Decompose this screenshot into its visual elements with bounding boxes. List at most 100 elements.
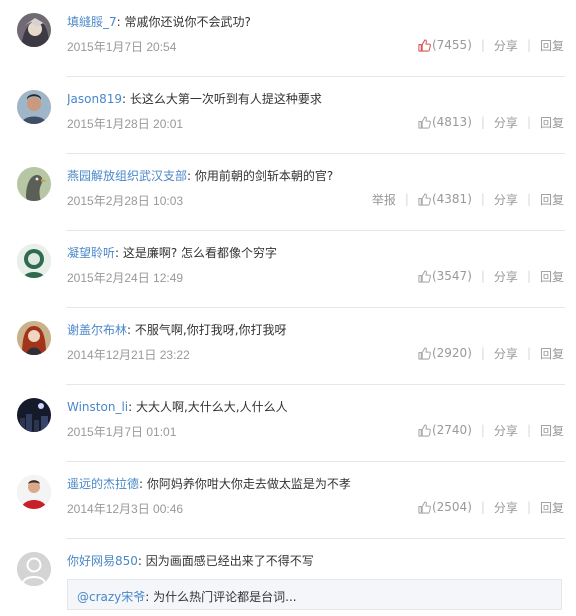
comment-username[interactable]: 填縫脮_7 (67, 15, 117, 29)
comment-item: 填縫脮_7: 常戚你还说你不会武功? 2015年1月7日 20:54 (7455) |… (0, 0, 576, 77)
comment-username[interactable]: 你好网易850 (67, 554, 138, 568)
action-divider: | (480, 423, 485, 437)
action-divider: | (480, 38, 485, 52)
red-shirt-avatar-icon[interactable] (17, 475, 51, 509)
share-link[interactable]: 分享 (494, 191, 518, 208)
reply-text: 为什么热门评论都是台词... (153, 590, 297, 604)
comment-timestamp: 2015年1月28日 20:01 (67, 117, 184, 131)
comment-text: 你阿妈养你咁大你走去做太监是为不孝 (146, 477, 351, 491)
comment-item: 谢盖尔布林: 不服气啊,你打我呀,你打我呀 2014年12月21日 23:22 (2… (0, 308, 576, 385)
reply-username[interactable]: @crazy宋爷 (77, 590, 145, 604)
like-button[interactable]: (4381) (418, 192, 472, 206)
night-city-avatar-icon[interactable] (17, 398, 51, 432)
comment-text: 你用前朝的剑斩本朝的官? (194, 169, 334, 183)
reply-link[interactable]: 回复 (540, 191, 564, 208)
username-separator: : (187, 169, 195, 183)
comment-line: 凝望聆听: 这是廉啊? 怎么看都像个穷字 (67, 244, 564, 261)
like-count: (2920) (431, 346, 472, 360)
like-button[interactable]: (2740) (418, 423, 472, 437)
like-count: (2740) (431, 423, 472, 437)
like-count: (2504) (431, 500, 472, 514)
like-count: (3547) (431, 269, 472, 283)
username-separator: : (116, 15, 125, 29)
reply-sep: : (145, 590, 154, 604)
comment-text: 这是廉啊? 怎么看都像个穷字 (122, 246, 278, 260)
share-link[interactable]: 分享 (494, 114, 518, 131)
anime-avatar-icon[interactable] (17, 13, 51, 47)
comment-username[interactable]: 燕园解放组织武汉支部 (67, 169, 187, 183)
comment-username[interactable]: 凝望聆听 (67, 246, 115, 260)
username-separator: : (122, 92, 130, 106)
reply-link[interactable]: 回复 (540, 114, 564, 131)
action-divider: | (526, 38, 531, 52)
comment-text: 不服气啊,你打我呀,你打我呀 (134, 323, 287, 337)
action-divider: | (480, 346, 485, 360)
comment-username[interactable]: 谢盖尔布林 (67, 323, 127, 337)
comment-item: 遥远的杰拉德: 你阿妈养你咁大你走去做太监是为不孝 2014年12月3日 00:4… (0, 462, 576, 539)
comment-timestamp: 2015年2月28日 10:03 (67, 194, 184, 208)
comment-timestamp: 2015年1月7日 01:01 (67, 425, 177, 439)
thumbs-up-icon (418, 192, 431, 206)
reply-link[interactable]: 回复 (540, 499, 564, 516)
comment-username[interactable]: Jason819 (67, 92, 122, 106)
action-divider: | (526, 500, 531, 514)
like-count: (4813) (431, 115, 472, 129)
comment-timestamp: 2014年12月3日 00:46 (67, 502, 184, 516)
like-button[interactable]: (4813) (418, 115, 472, 129)
comment-timestamp: 2015年1月7日 20:54 (67, 40, 177, 54)
username-separator: : (139, 477, 147, 491)
comment-line: Jason819: 长这么大第一次听到有人提这种要求 (67, 90, 564, 107)
action-divider: | (480, 500, 485, 514)
reply-link[interactable]: 回复 (540, 345, 564, 362)
share-link[interactable]: 分享 (494, 345, 518, 362)
comment-text: 因为画面感已经出来了不得不写 (145, 554, 314, 568)
comment-item: 燕园解放组织武汉支部: 你用前朝的剑斩本朝的官? 2015年2月28日 10:03… (0, 154, 576, 231)
username-separator: : (127, 323, 135, 337)
share-link[interactable]: 分享 (494, 268, 518, 285)
reply-link[interactable]: 回复 (540, 268, 564, 285)
green-figure-avatar-icon[interactable] (17, 244, 51, 278)
comment-timestamp: 2015年2月24日 12:49 (67, 271, 184, 285)
comment-actions: (3547) | 分享 | 回复 (418, 268, 564, 284)
thumbs-up-icon (418, 269, 431, 283)
red-hair-avatar-icon[interactable] (17, 321, 51, 355)
thumbs-up-icon (418, 423, 431, 437)
comment-item: 凝望聆听: 这是廉啊? 怎么看都像个穷字 2015年2月24日 12:49 (354… (0, 231, 576, 308)
person-avatar-icon[interactable] (17, 90, 51, 124)
share-link[interactable]: 分享 (494, 37, 518, 54)
comment-line: 燕园解放组织武汉支部: 你用前朝的剑斩本朝的官? (67, 167, 564, 184)
comment-list: 填縫脮_7: 常戚你还说你不会武功? 2015年1月7日 20:54 (7455) |… (0, 0, 576, 612)
comment-timestamp: 2014年12月21日 23:22 (67, 348, 190, 362)
default-user-avatar-icon[interactable] (17, 552, 51, 586)
comment-line: 遥远的杰拉德: 你阿妈养你咁大你走去做太监是为不孝 (67, 475, 564, 492)
reply-link[interactable]: 回复 (540, 37, 564, 54)
thumbs-up-icon (418, 500, 431, 514)
reply-link[interactable]: 回复 (540, 422, 564, 439)
report-link[interactable]: 举报 (372, 191, 396, 208)
like-button[interactable]: (3547) (418, 269, 472, 283)
comment-item: Jason819: 长这么大第一次听到有人提这种要求 2015年1月28日 20:… (0, 77, 576, 154)
bird-avatar-icon[interactable] (17, 167, 51, 201)
like-button[interactable]: (2920) (418, 346, 472, 360)
comment-text: 大大人啊,大什么大,人什么人 (135, 400, 288, 414)
action-divider: | (526, 192, 531, 206)
comment-text: 长这么大第一次听到有人提这种要求 (129, 92, 322, 106)
comment-item: Winston_li: 大大人啊,大什么大,人什么人 2015年1月7日 01:0… (0, 385, 576, 462)
action-divider: | (404, 192, 409, 206)
action-divider: | (526, 269, 531, 283)
like-count: (4381) (431, 192, 472, 206)
comment-text: 常戚你还说你不会武功? (124, 15, 251, 29)
username-separator: : (115, 246, 123, 260)
nested-reply-preview[interactable]: @crazy宋爷: 为什么热门评论都是台词... (67, 579, 562, 610)
comment-actions: (7455) | 分享 | 回复 (418, 37, 564, 53)
comment-line: 填縫脮_7: 常戚你还说你不会武功? (67, 13, 564, 30)
share-link[interactable]: 分享 (494, 499, 518, 516)
action-divider: | (480, 115, 485, 129)
like-button[interactable]: (7455) (418, 38, 472, 52)
comment-username[interactable]: 遥远的杰拉德 (67, 477, 139, 491)
comment-actions: (2740) | 分享 | 回复 (418, 422, 564, 438)
share-link[interactable]: 分享 (494, 422, 518, 439)
comment-username[interactable]: Winston_li (67, 400, 128, 414)
comment-line: Winston_li: 大大人啊,大什么大,人什么人 (67, 398, 564, 415)
like-button[interactable]: (2504) (418, 500, 472, 514)
